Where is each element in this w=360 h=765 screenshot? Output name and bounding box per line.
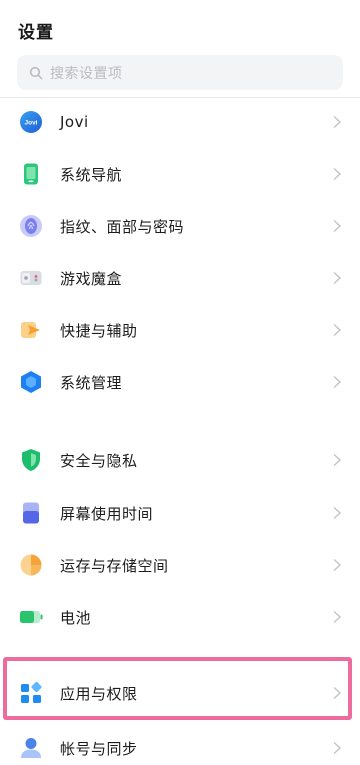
- settings-item-label: Jovi: [60, 113, 89, 131]
- system-navigation-icon: [18, 161, 44, 187]
- chevron-right-icon: [333, 741, 342, 755]
- search-placeholder: 搜索设置项: [50, 65, 123, 82]
- settings-item-game-box[interactable]: 游戏魔盒: [0, 252, 360, 304]
- settings-item-label: 帐号与同步: [60, 739, 138, 758]
- settings-item-system-management[interactable]: 系统管理: [0, 356, 360, 408]
- settings-item-label: 快捷与辅助: [60, 321, 138, 340]
- settings-item-jovi[interactable]: Jovi Jovi: [0, 96, 360, 148]
- settings-item-label: 系统导航: [60, 165, 123, 184]
- search-input[interactable]: 搜索设置项: [17, 55, 343, 90]
- chevron-right-icon: [333, 115, 342, 129]
- screen-time-icon: [18, 500, 44, 526]
- account-sync-icon: [18, 735, 44, 761]
- settings-item-security-privacy[interactable]: 安全与隐私: [0, 434, 360, 486]
- chevron-right-icon: [333, 453, 342, 467]
- chevron-right-icon: [333, 506, 342, 520]
- settings-item-battery[interactable]: 电池: [0, 591, 360, 643]
- page-title: 设置: [18, 23, 54, 43]
- settings-item-account-sync[interactable]: 帐号与同步: [0, 722, 360, 765]
- chevron-right-icon: [333, 271, 342, 285]
- settings-item-label: 系统管理: [60, 373, 123, 392]
- game-box-icon: [18, 265, 44, 291]
- chevron-right-icon: [333, 558, 342, 572]
- chevron-right-icon: [333, 219, 342, 233]
- settings-item-label: 运存与存储空间: [60, 556, 169, 575]
- settings-item-label: 游戏魔盒: [60, 269, 123, 288]
- settings-item-system-navigation[interactable]: 系统导航: [0, 148, 360, 200]
- chevron-right-icon: [333, 375, 342, 389]
- settings-item-label: 指纹、面部与密码: [60, 217, 185, 236]
- settings-item-shortcut-assist[interactable]: 快捷与辅助: [0, 304, 360, 356]
- fingerprint-icon: [18, 213, 44, 239]
- search-icon: [29, 66, 43, 79]
- storage-pie-icon: [18, 552, 44, 578]
- settings-item-label: 电池: [60, 608, 92, 627]
- shortcut-assist-icon: [18, 317, 44, 343]
- shield-icon: [18, 447, 44, 473]
- battery-icon: [18, 604, 44, 630]
- settings-item-ram-storage[interactable]: 运存与存储空间: [0, 539, 360, 591]
- chevron-right-icon: [333, 167, 342, 181]
- highlight-annotation: [3, 657, 352, 720]
- settings-item-label: 屏幕使用时间: [60, 504, 154, 523]
- svg-text:Jovi: Jovi: [24, 120, 37, 127]
- settings-item-label: 安全与隐私: [60, 451, 138, 470]
- chevron-right-icon: [333, 323, 342, 337]
- jovi-icon: Jovi: [18, 109, 44, 135]
- settings-item-fingerprint-face-password[interactable]: 指纹、面部与密码: [0, 200, 360, 252]
- system-management-icon: [18, 369, 44, 395]
- chevron-right-icon: [333, 610, 342, 624]
- settings-item-screen-time[interactable]: 屏幕使用时间: [0, 487, 360, 539]
